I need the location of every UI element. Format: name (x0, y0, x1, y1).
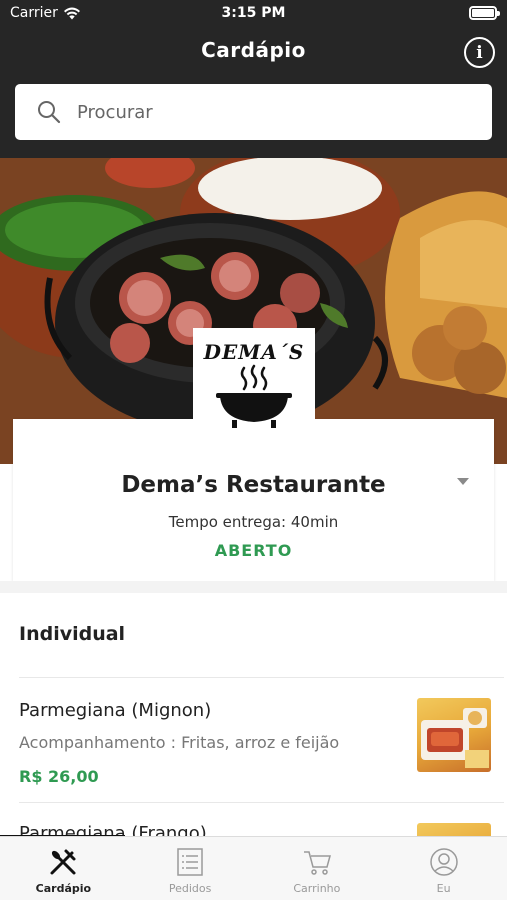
menu-item-description: Acompanhamento : Fritas, arroz e feijão (19, 733, 340, 752)
tab-cardapio[interactable]: Cardápio (0, 837, 127, 900)
search-icon (38, 101, 61, 124)
tab-eu[interactable]: Eu (380, 837, 507, 900)
tab-label: Cardápio (35, 882, 92, 895)
chevron-down-icon[interactable] (457, 478, 469, 485)
pot-icon (216, 364, 292, 428)
restaurant-logo: DEMA´S (193, 328, 315, 432)
restaurant-name: Dema’s Restaurante (121, 472, 386, 498)
tab-carrinho[interactable]: Carrinho (254, 837, 381, 900)
tab-label: Pedidos (168, 882, 212, 895)
menu-item-name: Parmegiana (Mignon) (19, 700, 212, 721)
search-bar[interactable] (15, 84, 492, 140)
user-icon (429, 848, 458, 876)
info-button[interactable]: i (464, 37, 495, 68)
info-icon: i (476, 42, 483, 63)
fork-knife-icon (50, 849, 76, 875)
tab-pedidos[interactable]: Pedidos (127, 837, 254, 900)
cart-icon (303, 851, 331, 875)
search-input[interactable] (77, 101, 457, 123)
list-icon (177, 848, 203, 876)
delivery-time: Tempo entrega: 40min (168, 513, 339, 531)
menu-section-title: Individual (19, 623, 126, 645)
status-bar: Carrier 3:15 PM (0, 0, 507, 28)
tab-label: Carrinho (293, 882, 341, 895)
top-bar: Carrier 3:15 PM Cardápio i (0, 0, 507, 158)
menu-item-thumbnail (417, 698, 491, 772)
menu-item-price: R$ 26,00 (19, 767, 99, 786)
logo-text: DEMA´S (203, 340, 305, 364)
tab-bar: Cardápio Pedidos Carrinho Eu (0, 836, 507, 900)
battery-icon (469, 6, 500, 20)
status-badge: ABERTO (214, 541, 293, 560)
status-time: 3:15 PM (221, 5, 286, 21)
section-separator (0, 581, 507, 593)
tab-label: Eu (436, 882, 451, 895)
page-title: Cardápio (201, 38, 306, 62)
menu-item[interactable]: Parmegiana (Mignon) Acompanhamento : Fri… (0, 678, 507, 803)
